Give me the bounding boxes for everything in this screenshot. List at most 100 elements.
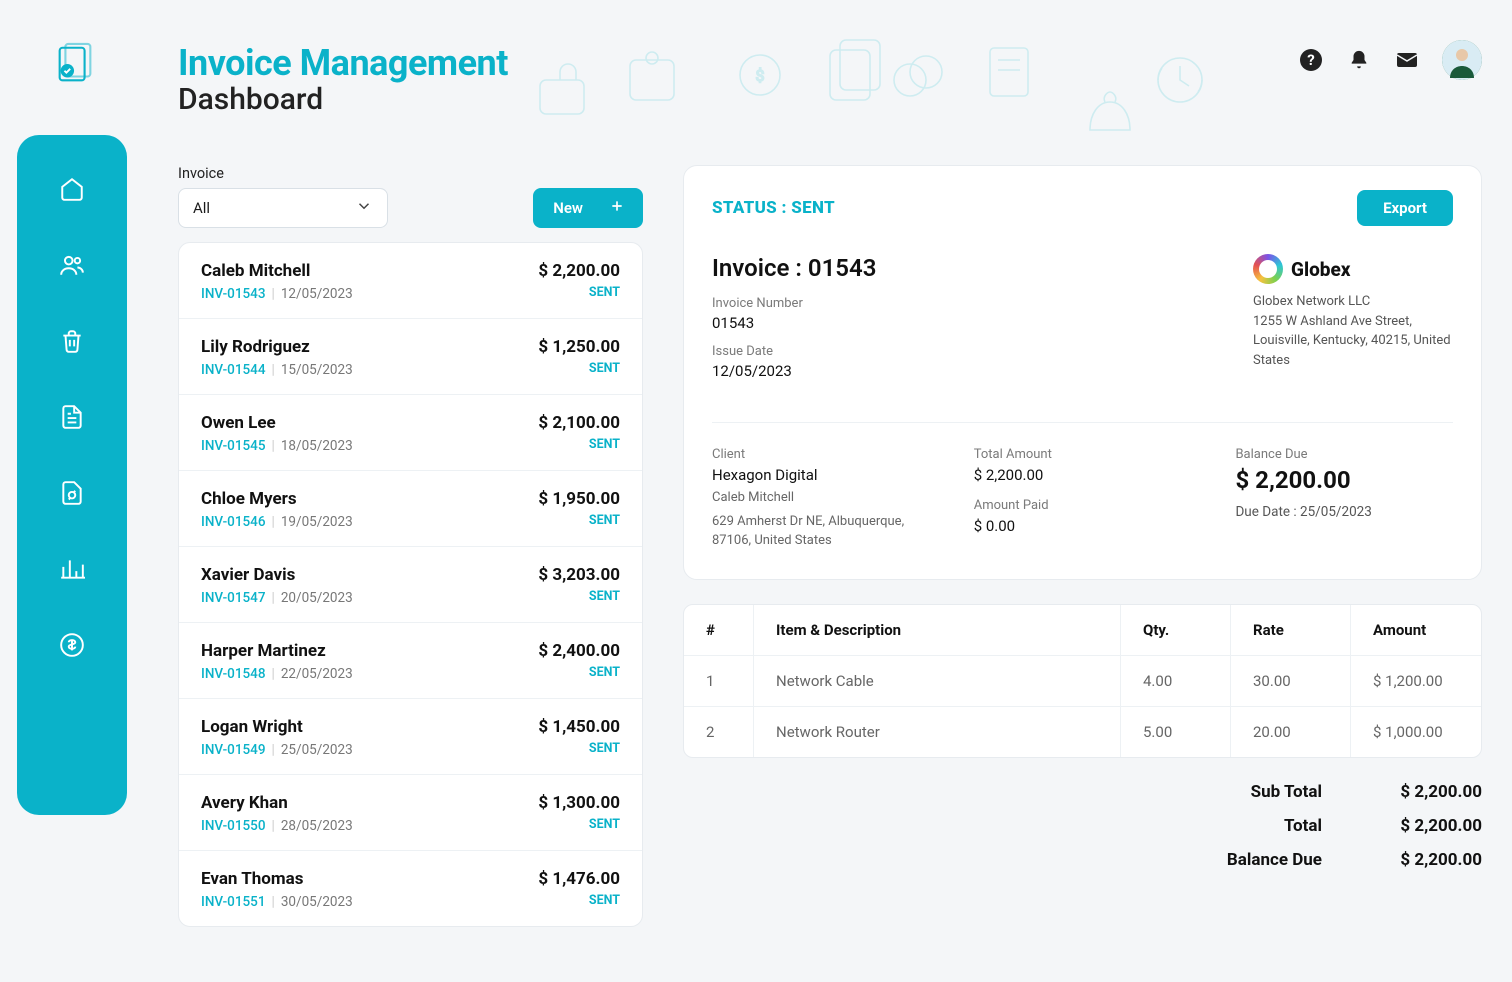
value-total: $ 2,200.00 [974,466,1216,484]
top-bar-actions: ? [1298,40,1482,80]
bell-icon[interactable] [1346,47,1372,73]
invoice-list: Caleb MitchellINV-01543|12/05/2023$ 2,20… [178,242,643,927]
value-invnum: 01543 [712,314,876,332]
invoice-amount: $ 2,400.00 [538,641,620,661]
totals-baldue: $ 2,200.00 [1372,850,1482,870]
sidebar [17,135,127,815]
value-issuedate: 12/05/2023 [712,362,876,380]
invoice-name: Caleb Mitchell [201,261,353,281]
invoice-date: 25/05/2023 [281,742,353,758]
new-button-label: New [553,199,583,217]
company-name: Globex [1291,258,1351,281]
help-icon[interactable]: ? [1298,47,1324,73]
totals-subtotal-label: Sub Total [1202,782,1322,802]
cell-rate: 30.00 [1231,656,1351,707]
filter-label: Invoice [178,165,388,182]
invoice-status: SENT [538,285,620,300]
invoice-date: 22/05/2023 [281,666,353,682]
nav-document-icon[interactable] [58,403,86,431]
client-person: Caleb Mitchell [712,488,912,508]
nav-trash-icon[interactable] [58,327,86,355]
invoice-name: Harper Martinez [201,641,353,661]
invoice-date: 19/05/2023 [281,514,353,530]
due-date: Due Date : 25/05/2023 [1235,504,1453,520]
invoice-id: INV-01544 [201,362,266,378]
client-address: 629 Amherst Dr NE, Albuquerque, 87106, U… [712,512,912,551]
client-company: Hexagon Digital [712,466,954,484]
invoice-row[interactable]: Logan WrightINV-01549|25/05/2023$ 1,450.… [179,699,642,775]
invoice-date: 20/05/2023 [281,590,353,606]
header: Invoice Management Dashboard [178,42,508,117]
invoice-row[interactable]: Xavier DavisINV-01547|20/05/2023$ 3,203.… [179,547,642,623]
line-items-table: # Item & Description Qty. Rate Amount 1N… [683,604,1482,758]
filter-selected: All [193,199,210,217]
label-baldue: Balance Due [1235,447,1453,462]
cell-rate: 20.00 [1231,707,1351,757]
table-row: 2Network Router5.0020.00$ 1,000.00 [684,707,1481,757]
export-button[interactable]: Export [1357,190,1453,226]
cell-num: 1 [684,656,754,707]
value-paid: $ 0.00 [974,517,1216,535]
invoice-name: Evan Thomas [201,869,353,889]
avatar[interactable] [1442,40,1482,80]
totals-block: Sub Total $ 2,200.00 Total $ 2,200.00 Ba… [1202,782,1482,884]
th-num: # [684,605,754,656]
invoice-name: Chloe Myers [201,489,353,509]
totals-total-label: Total [1202,816,1322,836]
invoice-row[interactable]: Harper MartinezINV-01548|22/05/2023$ 2,4… [179,623,642,699]
invoice-row[interactable]: Caleb MitchellINV-01543|12/05/2023$ 2,20… [179,243,642,319]
invoice-id: INV-01551 [201,894,266,910]
invoice-date: 28/05/2023 [281,818,353,834]
label-issuedate: Issue Date [712,344,876,359]
invoice-id: INV-01543 [201,286,266,302]
cell-num: 2 [684,707,754,757]
cell-desc: Network Cable [754,656,1121,707]
invoice-amount: $ 1,476.00 [538,869,620,889]
invoice-row[interactable]: Avery KhanINV-01550|28/05/2023$ 1,300.00… [179,775,642,851]
chevron-down-icon [355,197,373,219]
label-paid: Amount Paid [974,498,1216,513]
totals-total: $ 2,200.00 [1372,816,1482,836]
th-amount: Amount [1351,605,1481,656]
label-total: Total Amount [974,447,1216,462]
invoice-id: INV-01546 [201,514,266,530]
invoice-row[interactable]: Chloe MyersINV-01546|19/05/2023$ 1,950.0… [179,471,642,547]
invoice-date: 15/05/2023 [281,362,353,378]
invoice-row[interactable]: Owen LeeINV-01545|18/05/2023$ 2,100.00SE… [179,395,642,471]
new-invoice-button[interactable]: New [533,188,643,228]
invoice-status: SENT [538,741,620,756]
svg-text:$: $ [756,66,765,85]
nav-users-icon[interactable] [58,251,86,279]
nav-chart-icon[interactable] [58,555,86,583]
totals-subtotal: $ 2,200.00 [1372,782,1482,802]
label-invnum: Invoice Number [712,296,876,311]
page-subtitle: Dashboard [178,82,508,117]
invoice-status: SENT [538,893,620,908]
invoice-date: 12/05/2023 [281,286,353,302]
invoice-amount: $ 2,100.00 [538,413,620,433]
filter-select[interactable]: All [178,188,388,228]
invoice-amount: $ 1,950.00 [538,489,620,509]
invoice-name: Owen Lee [201,413,353,433]
decorative-icons: $ [530,30,1312,160]
totals-baldue-label: Balance Due [1202,850,1322,870]
mail-icon[interactable] [1394,47,1420,73]
app-logo [52,42,98,88]
invoice-name: Logan Wright [201,717,353,737]
value-baldue: $ 2,200.00 [1235,466,1453,494]
page-title: Invoice Management [178,42,508,84]
invoice-status: SENT [538,361,620,376]
invoice-row[interactable]: Lily RodriguezINV-01544|15/05/2023$ 1,25… [179,319,642,395]
nav-currency-icon[interactable] [58,631,86,659]
company-address: 1255 W Ashland Ave Street, Louisville, K… [1253,312,1453,371]
company-full: Globex Network LLC [1253,292,1453,312]
invoice-amount: $ 3,203.00 [538,565,620,585]
nav-home-icon[interactable] [58,175,86,203]
invoice-status: SENT [538,589,620,604]
invoice-amount: $ 1,250.00 [538,337,620,357]
nav-refresh-doc-icon[interactable] [58,479,86,507]
cell-qty: 5.00 [1121,707,1231,757]
company-logo-icon [1253,254,1283,284]
invoice-row[interactable]: Evan ThomasINV-01551|30/05/2023$ 1,476.0… [179,851,642,926]
invoice-detail-card: STATUS : SENT Export Invoice : 01543 Inv… [683,165,1482,580]
